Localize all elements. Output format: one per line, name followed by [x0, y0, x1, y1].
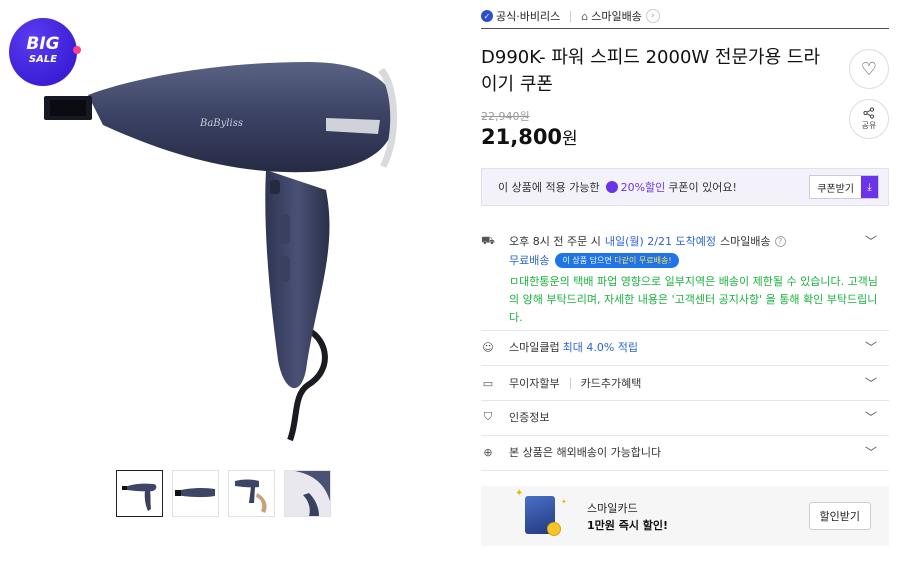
row-divider	[481, 400, 889, 401]
thumbnail-3[interactable]	[228, 470, 275, 517]
big-sale-badge: BIG SALE	[9, 18, 81, 86]
card-banner-line1: 스마일카드	[587, 502, 638, 515]
free-shipping-promo-pill[interactable]: 이 상품 담으면 다같이 무료배송!	[555, 252, 679, 268]
row-divider	[481, 330, 889, 331]
coin-icon	[547, 522, 561, 536]
wishlist-button[interactable]: ♡	[849, 49, 889, 89]
seller-separator	[570, 10, 572, 22]
sparkle-icon: ✦	[515, 488, 524, 499]
thumbnail-dryer-closeup-icon	[285, 471, 330, 516]
sale-price-unit: 원	[562, 129, 578, 149]
chevron-down-icon[interactable]: ﹀	[865, 444, 877, 461]
badge-line1: BIG	[26, 34, 60, 54]
free-shipping-row: 무료배송 이 상품 담으면 다같이 무료배송!	[509, 251, 889, 269]
truck-icon: ⛟	[481, 233, 495, 247]
coupon-icon	[605, 181, 618, 193]
chevron-down-icon[interactable]: ﹀	[865, 233, 877, 250]
sale-spark-icon	[73, 46, 81, 54]
original-price: 22,940원	[481, 110, 530, 123]
coupon-button-label: 쿠폰받기	[817, 183, 854, 195]
card-icon: ▭	[482, 376, 494, 390]
shipping-type: 스마일배송	[719, 235, 771, 248]
thumbnail-dryer-icon	[122, 483, 157, 511]
product-main-image[interactable]: BaByliss	[8, 0, 448, 450]
coupon-text-before: 이 상품에 적용 가능한	[498, 181, 600, 194]
sparkle-icon: ✦	[561, 498, 567, 506]
certification-label: 인증정보	[509, 411, 550, 424]
chevron-down-icon[interactable]: ﹀	[865, 339, 877, 356]
certification-row[interactable]: ⛉ 인증정보 ﹀	[481, 402, 889, 432]
row-divider	[481, 470, 889, 471]
share-button[interactable]: 공유	[849, 99, 889, 139]
thumbnail-1[interactable]	[116, 470, 163, 517]
thumbnail-strip	[116, 470, 331, 517]
home-icon: ⌂	[581, 9, 589, 23]
chevron-down-icon[interactable]: ﹀	[865, 409, 877, 426]
thumbnail-dryer-side-icon	[175, 487, 215, 498]
badge-line2: SALE	[28, 54, 58, 65]
product-gallery: BIG SALE BaByliss	[0, 0, 460, 563]
smile-club-value: 최대 4.0% 적립	[562, 341, 639, 354]
coupon-download-button[interactable]: 쿠폰받기 ⤓	[809, 175, 879, 199]
sale-price-value: 21,800	[481, 125, 563, 149]
free-shipping-label: 무료배송	[509, 254, 550, 267]
product-info-panel: ✓ 공식·바비리스 ⌂ 스마일배송 › D990K- 파워 스피드 2000W …	[481, 0, 889, 563]
smile-club-label: 스마일클럽	[509, 341, 560, 354]
download-icon: ⤓	[861, 176, 878, 198]
help-icon[interactable]: ?	[774, 235, 786, 247]
verified-shield-icon: ✓	[481, 10, 493, 22]
product-title: D990K- 파워 스피드 2000W 전문가용 드라이기 쿠폰	[481, 47, 820, 95]
installment-extra: 카드추가혜택	[580, 377, 642, 390]
certification-shield-icon: ⛉	[483, 410, 493, 423]
global-label: 본 상품은 해외배송이 가능합니다	[509, 446, 662, 459]
global-shipping-row[interactable]: ⊕ 본 상품은 해외배송이 가능합니다 ﹀	[481, 437, 889, 467]
promo-prefix: 이 상품 담으면	[562, 255, 612, 265]
installment-row[interactable]: ▭ 무이자할부 카드추가혜택 ﹀	[481, 368, 889, 398]
globe-icon: ⊕	[483, 445, 493, 459]
chevron-down-icon[interactable]: ﹀	[865, 375, 877, 392]
installment-separator	[569, 377, 571, 389]
svg-text:BaByliss: BaByliss	[199, 118, 243, 129]
row-divider	[481, 365, 889, 366]
coupon-text-after: 쿠폰이 있어요!	[668, 181, 737, 194]
shipping-notice: ㅁ대한통운의 택배 파업 영향으로 일부지역은 배송이 제한될 수 있습니다. …	[509, 275, 878, 324]
chevron-right-icon[interactable]: ›	[645, 9, 660, 23]
shipping-row[interactable]: ⛟ 오후 8시 전 주문 시 내일(월) 2/21 도착예정 스마일배송 ? ﹀	[481, 232, 889, 250]
installment-label: 무이자할부	[509, 377, 560, 390]
header-divider	[481, 28, 889, 29]
brand-link[interactable]: 공식·바비리스	[496, 8, 560, 24]
thumbnail-2[interactable]	[172, 470, 219, 517]
smile-club-icon: ☺	[482, 340, 494, 354]
thumbnail-dryer-use-icon	[235, 479, 267, 513]
thumbnail-4[interactable]	[284, 470, 331, 517]
shipping-prefix: 오후 8시 전 주문 시	[509, 235, 601, 248]
promo-highlight: 다같이 무료배송!	[614, 255, 672, 265]
sale-price: 21,800원	[481, 124, 578, 149]
row-divider	[481, 435, 889, 436]
coupon-percent: 20%할인	[620, 181, 666, 194]
smile-club-row[interactable]: ☺ 스마일클럽 최대 4.0% 적립 ﹀	[481, 332, 889, 362]
seller-bar: ✓ 공식·바비리스 ⌂ 스마일배송 ›	[481, 5, 889, 27]
card-banner-line2: 1만원 즉시 할인!	[587, 519, 669, 532]
share-label: 공유	[861, 121, 877, 130]
heart-icon: ♡	[860, 58, 878, 80]
coupon-banner: 이 상품에 적용 가능한 20%할인 쿠폰이 있어요! 쿠폰받기 ⤓	[481, 168, 889, 206]
smile-card-banner: ✦ ✦ 스마일카드 1만원 즉시 할인! 할인받기	[481, 486, 889, 546]
smile-delivery-link[interactable]: 스마일배송	[591, 8, 642, 24]
card-discount-button[interactable]: 할인받기	[808, 502, 871, 530]
shipping-eta: 내일(월) 2/21 도착예정	[604, 235, 716, 248]
share-icon	[863, 107, 875, 119]
